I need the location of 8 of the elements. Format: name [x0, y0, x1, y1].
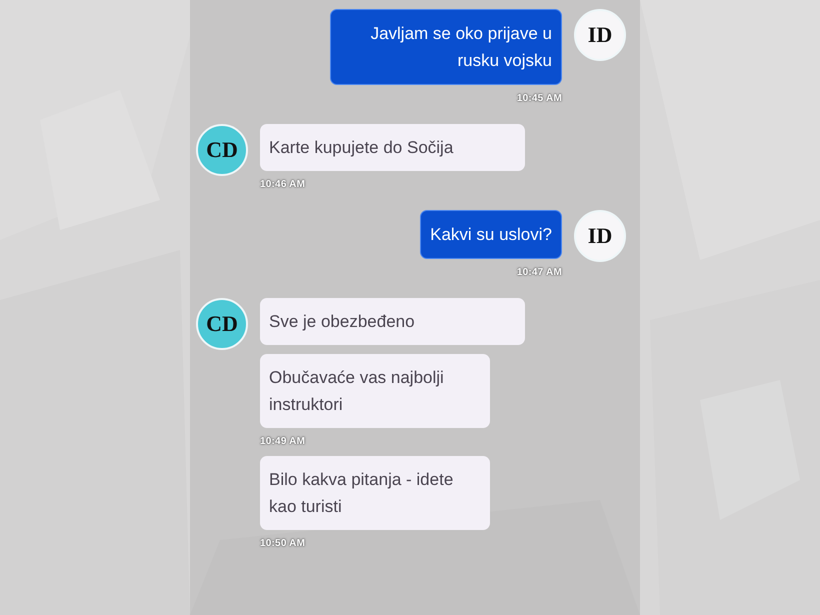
message-bubble: Karte kupujete do Sočija [260, 124, 525, 171]
message-bubble: Bilo kakva pitanja - idete kao turisti [260, 456, 490, 530]
message-bubble: Kakvi su uslovi? [420, 210, 562, 259]
message-time: 10:50 AM [260, 538, 306, 549]
message-bubble: Obučavaće vas najbolji instruktori [260, 354, 490, 428]
message-bubble: Sve je obezbeđeno [260, 298, 525, 345]
message-time: 10:45 AM [516, 93, 562, 104]
message-bubble: Javljam se oko prijave u rusku vojsku [330, 9, 562, 85]
